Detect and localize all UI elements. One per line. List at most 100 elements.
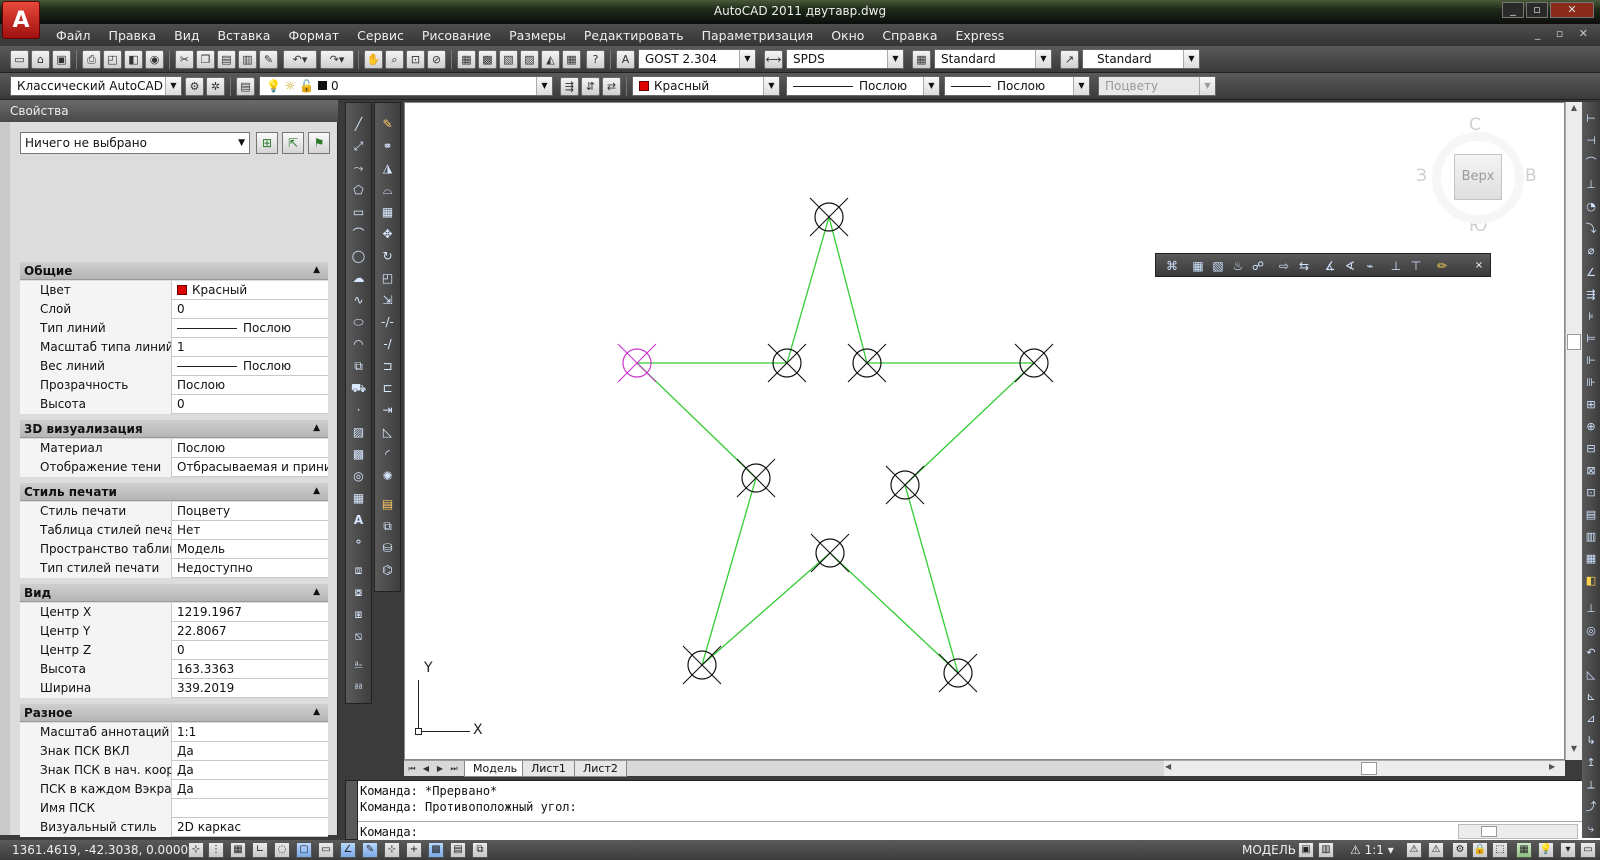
ucs-icon-tool[interactable]: ⊥ <box>1582 600 1600 618</box>
tab-layout1[interactable]: Лист1 <box>522 761 575 777</box>
section-header[interactable]: Общие ▲ <box>20 262 328 280</box>
zoom-realtime-icon[interactable]: ⌕ <box>385 50 404 69</box>
next-tab-icon[interactable]: ▶ <box>434 762 446 775</box>
property-row[interactable]: Центр X 1219.1967 <box>20 603 328 622</box>
hatch-tool-icon[interactable]: ▧ <box>1208 257 1228 275</box>
viewcube-top-face[interactable]: Верх <box>1454 154 1502 200</box>
paste-block-icon[interactable]: ▥ <box>238 50 257 69</box>
property-row[interactable]: Стиль печати Поцвету <box>20 502 328 521</box>
ucs-3point-icon[interactable]: ⟂ <box>1582 776 1600 794</box>
polygon-icon[interactable]: ⬠ <box>349 181 368 200</box>
draw-order-back-icon[interactable]: ⧆ <box>349 605 368 624</box>
section-header[interactable]: Разное ▲ <box>20 704 328 722</box>
text-style-icon[interactable]: A <box>616 50 635 69</box>
dynamic-ucs-icon[interactable]: ✎ <box>362 842 378 858</box>
menu-view[interactable]: Вид <box>165 28 208 43</box>
clean-screen-icon[interactable]: ▭ <box>1580 842 1596 858</box>
horizontal-scroll-thumb[interactable] <box>1361 762 1377 775</box>
status-menu-icon[interactable]: ▾ <box>1560 842 1576 858</box>
make-current-layer-icon[interactable]: ⇶ <box>560 77 579 96</box>
color-select[interactable]: Красный ▼ <box>632 76 780 96</box>
dim-help-icon[interactable]: ◧ <box>1582 572 1600 590</box>
match-properties-icon[interactable]: ✎ <box>259 50 278 69</box>
cut-icon[interactable]: ✂ <box>175 50 194 69</box>
workspace-select[interactable]: Классический AutoCAD ▼ <box>10 76 182 96</box>
extend-icon[interactable]: -/ <box>378 335 397 354</box>
collapse-icon[interactable]: ▲ <box>313 486 320 496</box>
geometry-icon[interactable]: ☍ <box>1248 257 1268 275</box>
tool-palettes-icon[interactable]: ▧ <box>499 50 518 69</box>
property-row[interactable]: Знак ПСК ВКЛ Да <box>20 742 328 761</box>
zoom-window-icon[interactable]: ⊡ <box>406 50 425 69</box>
baseline-icon[interactable]: ⊧ <box>1582 308 1600 326</box>
jogged-linear-icon[interactable]: ⊠ <box>1582 462 1600 480</box>
pencil-icon[interactable]: ✏ <box>1432 257 1452 275</box>
circle-icon[interactable]: ◯ <box>349 247 368 266</box>
viewcube-west[interactable]: З <box>1416 166 1427 186</box>
move-icon[interactable]: ✥ <box>378 225 397 244</box>
hatch-icon[interactable]: ▨ <box>349 423 368 442</box>
object-snap-icon[interactable]: ▢ <box>296 842 312 858</box>
pan-icon[interactable]: ✋ <box>364 50 383 69</box>
annotation-front-icon[interactable]: ⎂ <box>349 677 368 696</box>
command-scroll-thumb[interactable] <box>1481 826 1497 837</box>
property-row[interactable]: Визуальный стиль 2D каркас <box>20 818 328 837</box>
property-row[interactable]: Имя ПСК <box>20 799 328 818</box>
undo-icon[interactable]: ↶▾ <box>283 50 317 69</box>
lock-ui-icon[interactable]: 🔒 <box>1472 842 1488 858</box>
import-icon[interactable]: ⇨ <box>1274 257 1294 275</box>
quick-view-layouts-icon[interactable]: ▣ <box>1298 842 1314 858</box>
workspace-switching-icon[interactable]: ⚙ <box>1452 842 1468 858</box>
draw-order-icon[interactable]: ⧈ <box>349 561 368 580</box>
dim-style-icon[interactable]: ▦ <box>1582 550 1600 568</box>
property-row[interactable]: Центр Z 0 <box>20 641 328 660</box>
property-row[interactable]: Центр Y 22.8067 <box>20 622 328 641</box>
maximize-button[interactable]: ▫ <box>1526 2 1548 18</box>
revision-cloud-icon[interactable]: ☁ <box>349 269 368 288</box>
property-row[interactable]: Масштаб аннотаций 1:1 <box>20 723 328 742</box>
model-space-label[interactable]: МОДЕЛЬ <box>1242 843 1296 857</box>
menu-insert[interactable]: Вставка <box>208 28 279 43</box>
property-row[interactable]: Высота 163.3363 <box>20 660 328 679</box>
dim-edit-icon[interactable]: ⊡ <box>1582 484 1600 502</box>
lineweight-select[interactable]: Послою ▼ <box>944 76 1090 96</box>
palette-grip[interactable] <box>0 122 10 835</box>
property-value[interactable]: Недоступно <box>173 559 328 578</box>
zoom-previous-icon[interactable]: ⊘ <box>427 50 446 69</box>
transparency-icon[interactable]: ▩ <box>428 842 444 858</box>
property-value[interactable]: Послою <box>173 357 328 376</box>
ucs-x-icon[interactable]: ⤴ <box>1582 798 1600 816</box>
radius-icon[interactable]: ◔ <box>1582 198 1600 216</box>
property-value[interactable]: Отбрасываемая и приним... <box>173 458 328 477</box>
menu-parametric[interactable]: Параметризация <box>693 28 823 43</box>
property-row[interactable]: Слой 0 <box>20 300 328 319</box>
isolate-objects-icon[interactable]: ▦ <box>1516 842 1532 858</box>
property-row[interactable]: Пространство таблиц... Модель <box>20 540 328 559</box>
polyline-icon[interactable]: ⤳ <box>349 159 368 178</box>
multiline-text-icon[interactable]: A <box>349 511 368 530</box>
polar-tracking-icon[interactable]: ◌ <box>274 842 290 858</box>
property-row[interactable]: Отображение тени Отбрасываемая и приним..… <box>20 458 328 477</box>
vertical-scroll-thumb[interactable] <box>1567 334 1581 350</box>
construction-line-icon[interactable]: ⤢ <box>349 137 368 156</box>
ortho-mode-icon[interactable]: ∟ <box>252 842 268 858</box>
transfer-icon[interactable]: ⇆ <box>1294 257 1314 275</box>
property-value[interactable]: Да <box>173 742 328 761</box>
quick-select-icon[interactable]: ⚑ <box>308 132 330 154</box>
measure-angle-icon[interactable]: ∡ <box>1320 257 1340 275</box>
property-value[interactable]: Послою <box>173 376 328 395</box>
continue-icon[interactable]: ⊨ <box>1582 330 1600 348</box>
ordinate-icon[interactable]: ⊥ <box>1582 176 1600 194</box>
property-row[interactable]: Прозрачность Послою <box>20 376 328 395</box>
vertical-scrollbar[interactable]: ▲ ▼ <box>1565 102 1582 760</box>
point-icon[interactable]: · <box>349 401 368 420</box>
infer-constraints-icon[interactable]: ⊹ <box>188 842 204 858</box>
markup-icon[interactable]: ◭ <box>541 50 560 69</box>
add-selected-icon[interactable]: ⚬ <box>349 533 368 552</box>
publish-icon[interactable]: ◧ <box>124 50 143 69</box>
property-value[interactable]: 0 <box>173 300 328 319</box>
menu-express[interactable]: Express <box>946 28 1013 43</box>
property-row[interactable]: Цвет Красный <box>20 281 328 300</box>
star-polyline[interactable] <box>635 214 1036 676</box>
horizontal-scrollbar[interactable]: ◀ ▶ <box>1163 760 1565 776</box>
